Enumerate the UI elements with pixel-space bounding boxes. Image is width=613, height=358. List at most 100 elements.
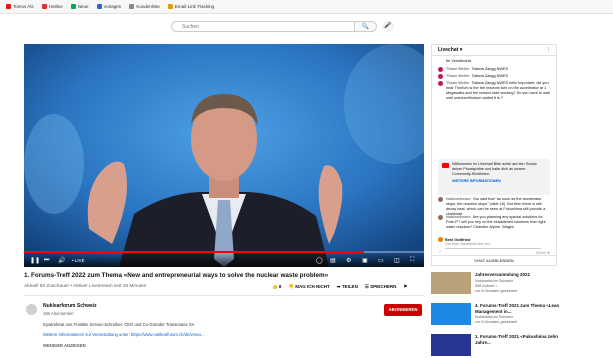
subscriber-count: 196 Abonnenten [43,311,74,316]
bookmark-icon [167,4,173,9]
chat-header: Livechat ▾ ⋮ [432,45,556,56]
bookmark-icon [129,4,135,9]
save-label: SPEICHERN [370,284,397,289]
bookmarks-bar: Tomos AG Hotline Neue Vorlagen Kundenliste Em… [0,0,613,14]
pause-icon[interactable]: ❚❚ [30,257,40,264]
channel-avatar[interactable] [26,304,37,315]
bookmark-label: Vorlagen [103,4,122,9]
youtube-icon [442,163,449,168]
chat-text: Tatiana Zaugg NWES [471,67,509,71]
bookmark-item[interactable]: Kundenliste [129,4,160,9]
bookmark-icon [70,4,76,9]
chat-message-body: Nuklearforum Are you planning any special… [446,215,552,230]
share-button[interactable]: ➦ TEILEN [337,284,358,290]
event-info-link[interactable]: Weitere Informationen zur Veranstaltung … [43,332,204,337]
chat-message-body: Nuklearforum You said that "as soon as th… [446,197,552,215]
bookmark-item[interactable]: Tomos AG [6,4,34,9]
chat-input[interactable]: Beni Gottfried Gib eine Nachricht hier e… [438,237,550,255]
fullscreen-icon[interactable]: ⛶ [410,257,414,264]
description-line: Inputreferat von Franklin Servan-Schreib… [43,322,195,327]
bookmark-icon [6,4,11,9]
recommended-title[interactable]: 1. Forums-Treff 2021 «Fukushima zehn Jah… [475,334,570,345]
more-options-icon[interactable]: ⋮ [546,45,551,56]
video-meta: Aktuell 93 Zuschauer • Aktiver Livestrea… [24,284,147,289]
chat-avatar [438,197,443,202]
autoplay-toggle[interactable]: ◯ [316,257,323,264]
chat-note-text: für Verständnis [446,59,472,63]
message-field[interactable]: Gib eine Nachricht hier ein... [445,242,541,249]
settings-icon[interactable]: ⚙ [346,257,351,264]
bookmark-item[interactable]: Neue [70,4,89,9]
recommended-video[interactable]: 1. Forums-Treff 2021 «Fukushima zehn Jah… [431,334,571,358]
share-label: TEILEN [341,284,358,289]
chat-message: Nuklearforum You said that "as soon as th… [438,197,552,215]
recommended-age: vor 8 Monaten gestreamt [475,289,518,293]
like-button[interactable]: 👍 8 [272,284,281,290]
chat-title[interactable]: Livechat [438,47,458,53]
show-less-button[interactable]: WENIGER ANZEIGEN [43,343,86,348]
chat-author: Nuklearforum [446,215,471,219]
microphone-icon[interactable]: 🎤 [382,21,394,32]
dislike-button[interactable]: 👎 MAG ICH NICHT [288,284,329,290]
video-player[interactable] [24,44,424,267]
chat-note: für Verständnis [438,59,552,64]
divider [24,295,424,296]
subtitles-icon[interactable]: ▤ [330,257,336,264]
chat-message: Thane Weller Tatiana Zaugg NWES [438,67,552,72]
bookmark-item[interactable]: Hotline [41,4,63,9]
recommended-title[interactable]: 4. Forums-Treff 2021 zum Thema «Lean Man… [475,303,570,314]
description-line: Weitere Informationen zur Veranstaltung … [43,332,204,337]
save-button[interactable]: ☰ SPEICHERN [365,284,397,290]
video-thumbnail[interactable] [431,303,471,325]
share-icon: ➦ [336,284,341,289]
thumbs-up-icon: 👍 [272,284,278,289]
search-icon: 🔍 [361,24,370,30]
bookmark-item[interactable]: Email-Link Tracking [167,4,214,9]
next-icon[interactable]: ⏭ [44,257,49,264]
chat-avatar [438,215,443,220]
channel-name[interactable]: Nuklearforum Schweiz [43,303,97,309]
bookmark-icon [41,4,47,9]
chevron-down-icon[interactable]: ▾ [460,47,463,53]
recommended-video[interactable]: Jahresversammlung 2021 Nuklearforum Schwe… [431,272,571,296]
dislike-label: MAG ICH NICHT [295,284,330,289]
bookmark-label: Tomos AG [13,4,34,9]
chat-notice: Willkommen im Livechat! Bitte achte auf … [438,159,550,195]
video-thumbnail[interactable] [431,272,471,294]
chat-message-body: Thane Weller Tatiana Zaugg NWES hello Imp… [446,81,552,101]
chat-author: Thane Weller [446,74,470,78]
theater-mode-icon[interactable]: ▭ [378,257,384,264]
subscribe-button[interactable]: ABONNIEREN [384,304,422,316]
video-frame [24,44,424,267]
chat-avatar [438,67,443,72]
chat-author: Thane Weller [446,81,470,85]
live-indicator: • LIVE [72,258,85,263]
flag-icon[interactable]: ⚑ [403,284,407,290]
bookmark-item[interactable]: Vorlagen [96,4,122,9]
recommended-video[interactable]: 4. Forums-Treff 2021 zum Thema «Lean Man… [431,303,571,327]
bookmark-label: Neue [77,4,89,9]
search-input[interactable]: Suchen [171,21,355,32]
hide-chat-button[interactable]: CHAT AUSBLENDEN [432,255,556,266]
more-info-link[interactable]: WEITERE INFORMATIONEN [452,179,546,184]
recommended-title[interactable]: Jahresversammlung 2021 [475,272,570,278]
chat-input-user-name: Beni Gottfried [445,237,471,242]
chat-author: Nuklearforum [446,197,471,201]
video-title: 1. Forums-Treff 2022 zum Thema «New and … [24,272,329,279]
notice-text: Willkommen im Livechat! Bitte achte auf … [452,162,537,176]
chat-avatar [438,81,443,86]
video-thumbnail[interactable] [431,334,471,356]
chat-text: Tatiana Zaugg NWES [471,74,509,78]
chat-message-body: Thane Weller Tatiana Zaugg NWES [446,67,552,72]
chat-message: Nuklearforum Are you planning any special… [438,215,552,230]
miniplayer-icon[interactable]: ▣ [362,257,368,264]
user-avatar [438,237,443,242]
live-chat-panel: Livechat ▾ ⋮ für Verständnis Thane Weller… [431,44,557,266]
thumbs-down-icon: 👎 [288,284,294,289]
search-button[interactable]: 🔍 [355,21,377,32]
chat-avatar [438,74,443,79]
cast-icon[interactable]: ◫ [394,257,400,264]
bookmark-icon [96,4,102,9]
volume-icon[interactable]: 🔊 [58,257,65,264]
bookmark-label: Hotline [48,4,63,9]
